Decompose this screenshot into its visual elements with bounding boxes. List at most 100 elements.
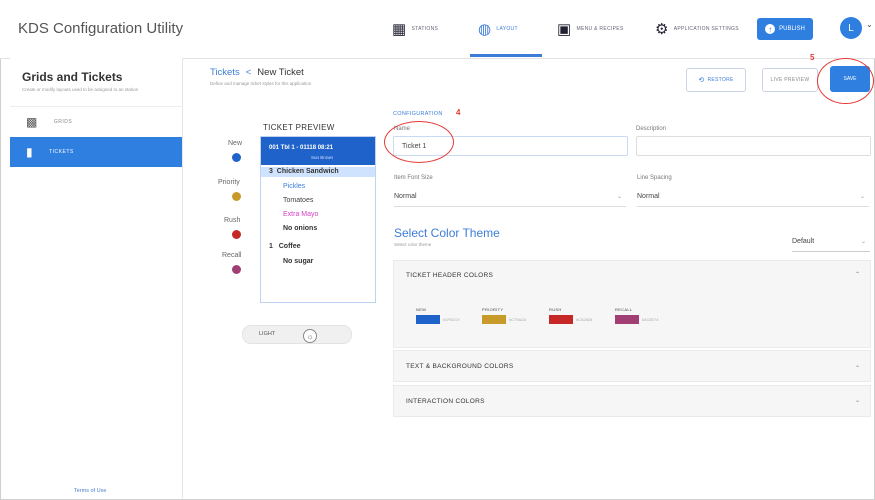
preview-title: TICKET PREVIEW (263, 123, 335, 132)
theme-mode-toggle[interactable]: LIGHT ☼ (242, 325, 352, 344)
line-spacing-value: Normal (637, 193, 660, 200)
swatch-label: RECALL (615, 307, 633, 312)
chevron-up-icon[interactable]: ⌃ (855, 271, 860, 278)
breadcrumb-current: New Ticket (257, 67, 304, 78)
publish-button[interactable]: ↑ PUBLISH (757, 18, 813, 40)
item-font-size-value: Normal (394, 193, 417, 200)
item-qty: 3 (269, 168, 273, 175)
ticket-modifier: Tomatoes (283, 197, 314, 204)
publish-label: PUBLISH (779, 26, 805, 32)
swatch-priority[interactable]: PRIORITY #C79A2A (482, 307, 526, 324)
color-theme-subtitle: Select color theme (394, 242, 432, 247)
item-name: Coffee (278, 243, 301, 250)
ticket-modifier: Pickles (283, 183, 306, 190)
swatch-hex: #C79A2A (509, 317, 527, 322)
color-swatch[interactable] (482, 315, 506, 324)
top-bar: KDS Configuration Utility ▦ STATIONS ◍ L… (0, 0, 875, 59)
sidebar-item-label: GRIDS (53, 119, 73, 125)
color-swatch[interactable] (615, 315, 639, 324)
panel-title: TEXT & BACKGROUND COLORS (406, 363, 514, 370)
sidebar-subtitle: Create or modify layouts used to be assi… (22, 87, 139, 92)
description-input[interactable] (636, 136, 871, 156)
swatch-hex: #A13E74 (642, 317, 659, 322)
live-preview-button[interactable]: LIVE PREVIEW (762, 68, 818, 92)
sidebar-item-label: TICKETS (49, 149, 74, 155)
ticket-header-line: 001 Tbl 1 - 01118 08:21 (269, 145, 334, 151)
app-title: KDS Configuration Utility (18, 20, 184, 37)
color-swatch[interactable] (549, 315, 573, 324)
legend-new-dot (232, 153, 241, 162)
item-font-size-select[interactable]: Normal ⌄ (394, 187, 626, 207)
text-background-colors-panel[interactable]: TEXT & BACKGROUND COLORS ⌄ (393, 350, 871, 382)
interaction-colors-panel[interactable]: INTERACTION COLORS ⌄ (393, 385, 871, 417)
swatch-recall[interactable]: RECALL #A13E74 (615, 307, 658, 324)
swatch-hex: #C62828 (576, 317, 593, 322)
restore-button[interactable]: ⟲ RESTORE (686, 68, 746, 92)
chevron-down-icon: ⌄ (854, 398, 860, 404)
menu-book-icon: ▣ (557, 21, 572, 38)
line-spacing-label: Line Spacing (637, 175, 672, 181)
line-spacing-select[interactable]: Normal ⌄ (637, 187, 869, 207)
ticket-modifier: Extra Mayo (283, 211, 319, 218)
terms-link[interactable]: Terms of Use (74, 488, 106, 494)
swatch-rush[interactable]: RUSH #C62828 (549, 307, 592, 324)
legend-rush-dot (232, 230, 241, 239)
breadcrumb-parent[interactable]: Tickets (210, 67, 240, 78)
page-subtitle: Define and manage ticket styles for this… (210, 81, 312, 86)
toggle-label: LIGHT (259, 331, 276, 337)
ticket-header-colors-panel: TICKET HEADER COLORS ⌃ (393, 260, 871, 348)
panel-title[interactable]: TICKET HEADER COLORS (406, 272, 493, 279)
restore-label: RESTORE (707, 77, 734, 83)
ticket-modifier: No sugar (283, 258, 314, 265)
swatch-label: PRIORITY (482, 307, 504, 312)
configuration-section-label: CONFIGURATION (393, 111, 443, 117)
color-theme-select[interactable]: Default ⌄ (792, 232, 870, 252)
description-label: Description (636, 126, 667, 132)
swatch-new[interactable]: NEW #1F62C9 (416, 307, 459, 324)
annotation-step-4: 4 (456, 108, 461, 117)
sidebar-title: Grids and Tickets (22, 70, 123, 84)
item-name: Chicken Sandwich (276, 168, 339, 175)
sidebar-item-grids[interactable]: ▩ GRIDS (10, 106, 182, 138)
legend-recall-dot (232, 265, 241, 274)
avatar[interactable]: L (840, 17, 862, 39)
legend-priority-label: Priority (218, 179, 240, 186)
chevron-down-icon[interactable]: ⌄ (866, 20, 873, 29)
palette-icon: ◍ (478, 21, 492, 38)
ticket-item: 1 Coffee (269, 243, 301, 250)
chevron-down-icon: ⌄ (854, 363, 860, 369)
live-preview-label: LIVE PREVIEW (770, 77, 810, 83)
nav-label: MENU & RECIPES (576, 26, 624, 32)
breadcrumb: Tickets < New Ticket (210, 67, 304, 78)
item-qty: 1 (269, 243, 273, 250)
annotation-step-5: 5 (810, 53, 815, 62)
nav-layout[interactable]: ◍ LAYOUT (478, 0, 518, 58)
sun-icon[interactable]: ☼ (303, 329, 317, 343)
nav-menu-recipes[interactable]: ▣ MENU & RECIPES (557, 0, 623, 58)
breadcrumb-separator: < (245, 67, 252, 78)
chevron-down-icon: ⌄ (616, 194, 622, 200)
nav-label: APPLICATION SETTINGS (673, 26, 739, 32)
gear-icon: ⚙ (655, 21, 669, 38)
color-swatch[interactable] (416, 315, 440, 324)
restore-icon: ⟲ (698, 77, 705, 84)
ticket-preview: TICKET PREVIEW New Priority Rush Recall … (214, 106, 376, 303)
ticket-item: 3 Chicken Sandwich (269, 168, 339, 175)
ticket-server: Sun Brown (311, 155, 334, 160)
nav-label: STATIONS (411, 26, 439, 32)
nav-label: LAYOUT (496, 26, 518, 32)
color-theme-title: Select Color Theme (394, 226, 500, 240)
nav-application-settings[interactable]: ⚙ APPLICATION SETTINGS (655, 0, 739, 58)
color-theme-value: Default (792, 238, 815, 245)
swatch-label: RUSH (549, 307, 562, 312)
upload-icon: ↑ (765, 24, 776, 34)
nav-stations[interactable]: ▦ STATIONS (392, 0, 438, 58)
sidebar: Grids and Tickets Create or modify layou… (10, 58, 183, 498)
annotation-circle-save (817, 58, 874, 104)
sidebar-item-tickets[interactable]: ▮ TICKETS (10, 137, 182, 167)
annotation-circle-name (384, 121, 454, 163)
item-font-size-label: Item Font Size (394, 175, 433, 181)
chevron-down-icon: ⌄ (860, 239, 866, 245)
stations-icon: ▦ (392, 21, 407, 38)
panel-title: INTERACTION COLORS (406, 398, 485, 405)
